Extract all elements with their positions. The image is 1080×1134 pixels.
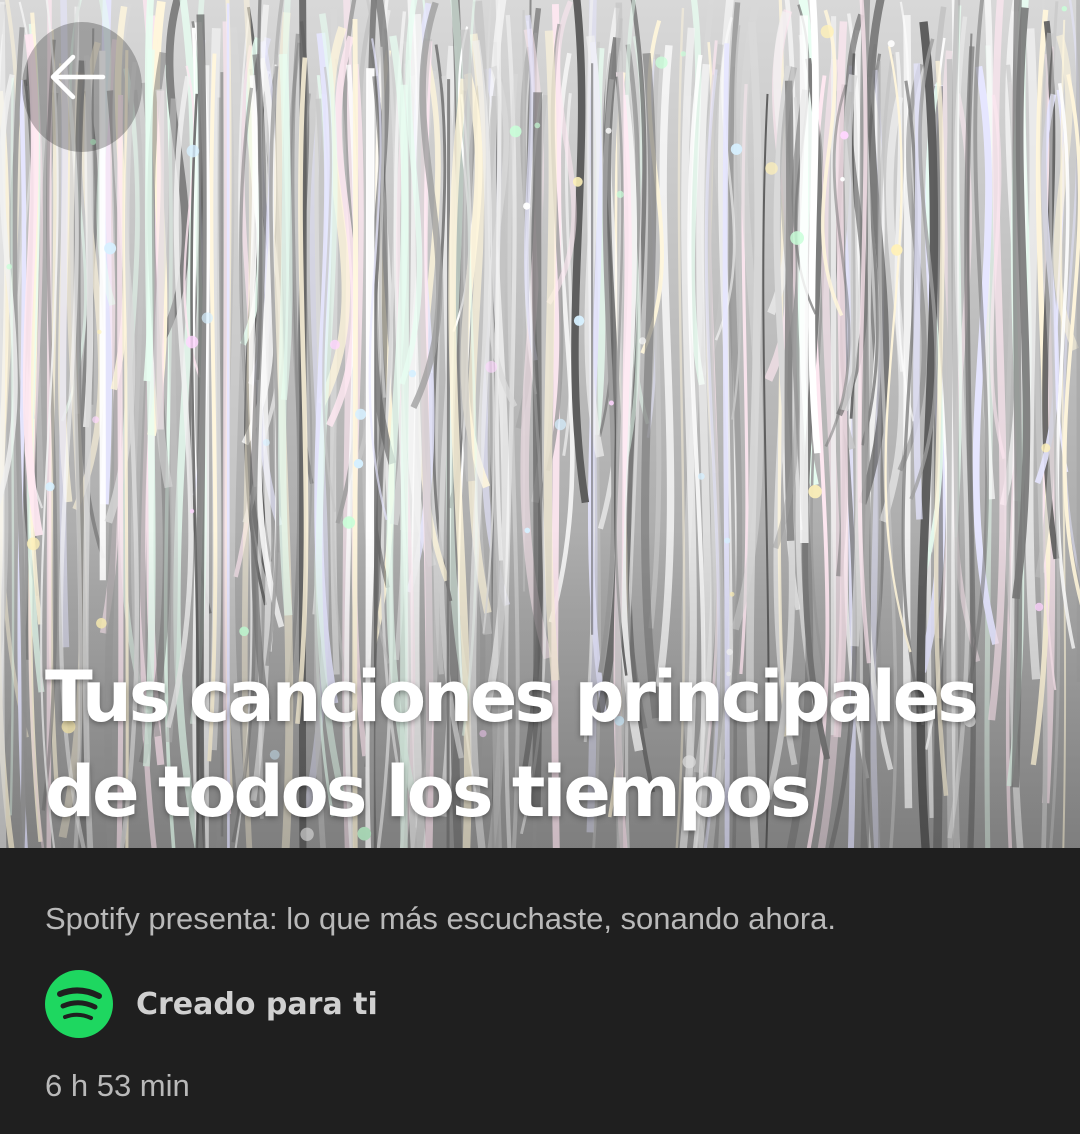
playlist-title: Tus canciones principales de todos los t…	[45, 650, 1055, 840]
playlist-duration: 6 h 53 min	[45, 1068, 190, 1103]
playlist-cover: Tus canciones principales de todos los t…	[0, 0, 1080, 848]
spotify-logo-icon	[45, 970, 113, 1038]
playlist-description: Spotify presenta: lo que más escuchaste,…	[45, 901, 836, 936]
back-button[interactable]	[22, 22, 142, 152]
creator-label: Creado para ti	[136, 986, 378, 1022]
creator-row[interactable]: Creado para ti	[45, 970, 1035, 1038]
playlist-title-line-2: de todos los tiempos	[45, 751, 812, 833]
playlist-info: Spotify presenta: lo que más escuchaste,…	[0, 848, 1080, 1104]
playlist-title-line-1: Tus canciones principales	[45, 656, 979, 738]
arrow-left-icon	[50, 54, 106, 100]
